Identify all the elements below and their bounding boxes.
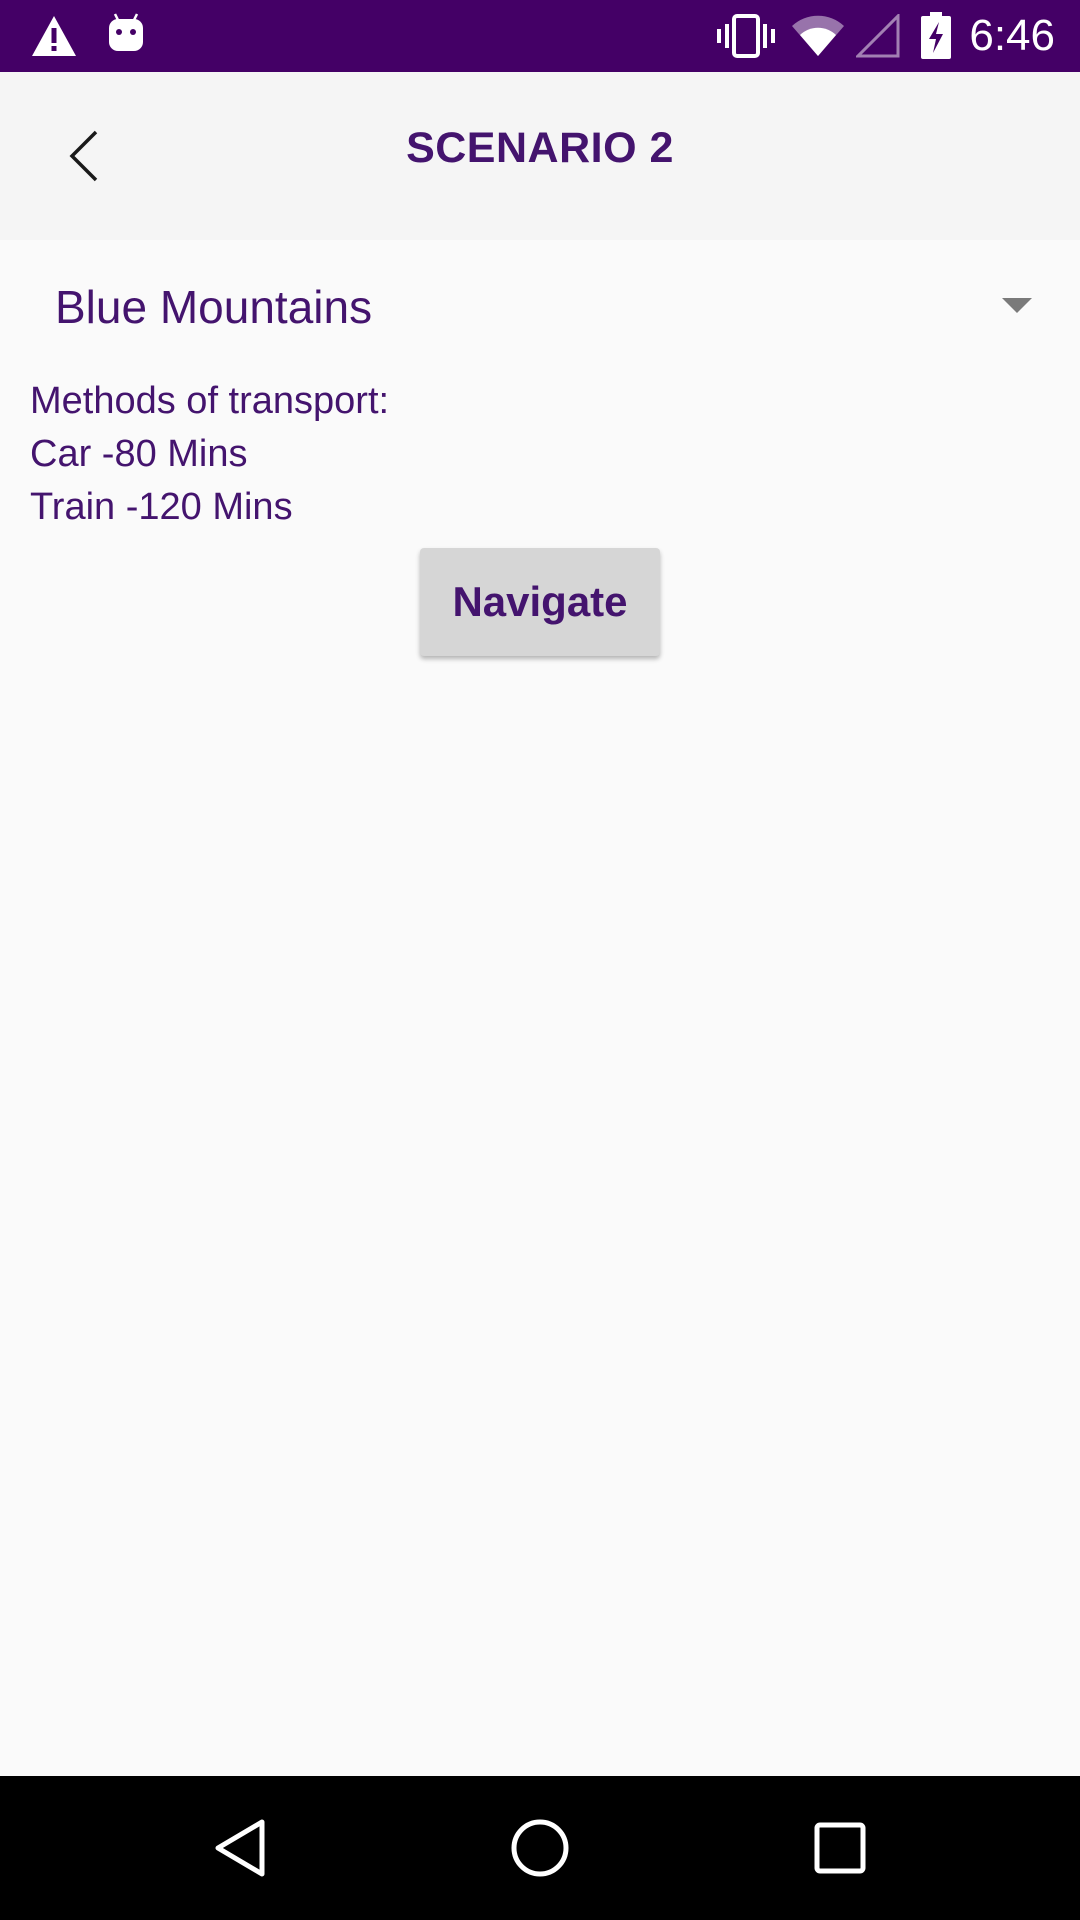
transport-heading: Methods of transport: — [30, 380, 390, 422]
destination-spinner[interactable]: Blue Mountains — [30, 262, 1050, 352]
transport-line-car: Car -80 Mins — [30, 433, 248, 475]
chevron-left-icon — [56, 130, 128, 196]
system-nav-bar — [0, 1776, 1080, 1920]
wifi-icon — [790, 14, 846, 63]
home-circle-icon[interactable] — [500, 1808, 580, 1888]
recents-square-icon[interactable] — [800, 1808, 880, 1888]
android-icon — [106, 12, 146, 59]
transport-info: Methods of transport: Car -80 Mins Train… — [30, 375, 389, 534]
back-triangle-icon[interactable] — [200, 1808, 280, 1888]
transport-line-train: Train -120 Mins — [30, 486, 293, 528]
dropdown-arrow-icon — [1002, 298, 1032, 313]
navigate-button[interactable]: Navigate — [420, 548, 660, 656]
status-bar: 6:46 — [0, 0, 1080, 72]
page-title: SCENARIO 2 — [406, 124, 674, 172]
screen: 6:46 SCENARIO 2 Blue Mountains Methods o… — [0, 0, 1080, 1920]
battery-charging-icon — [920, 12, 952, 65]
signal-icon — [854, 12, 900, 63]
status-time: 6:46 — [969, 11, 1055, 60]
spinner-selected-value: Blue Mountains — [55, 281, 373, 333]
app-bar: SCENARIO 2 — [0, 72, 1080, 240]
warning-icon — [30, 14, 78, 63]
vibrate-icon — [716, 14, 776, 63]
